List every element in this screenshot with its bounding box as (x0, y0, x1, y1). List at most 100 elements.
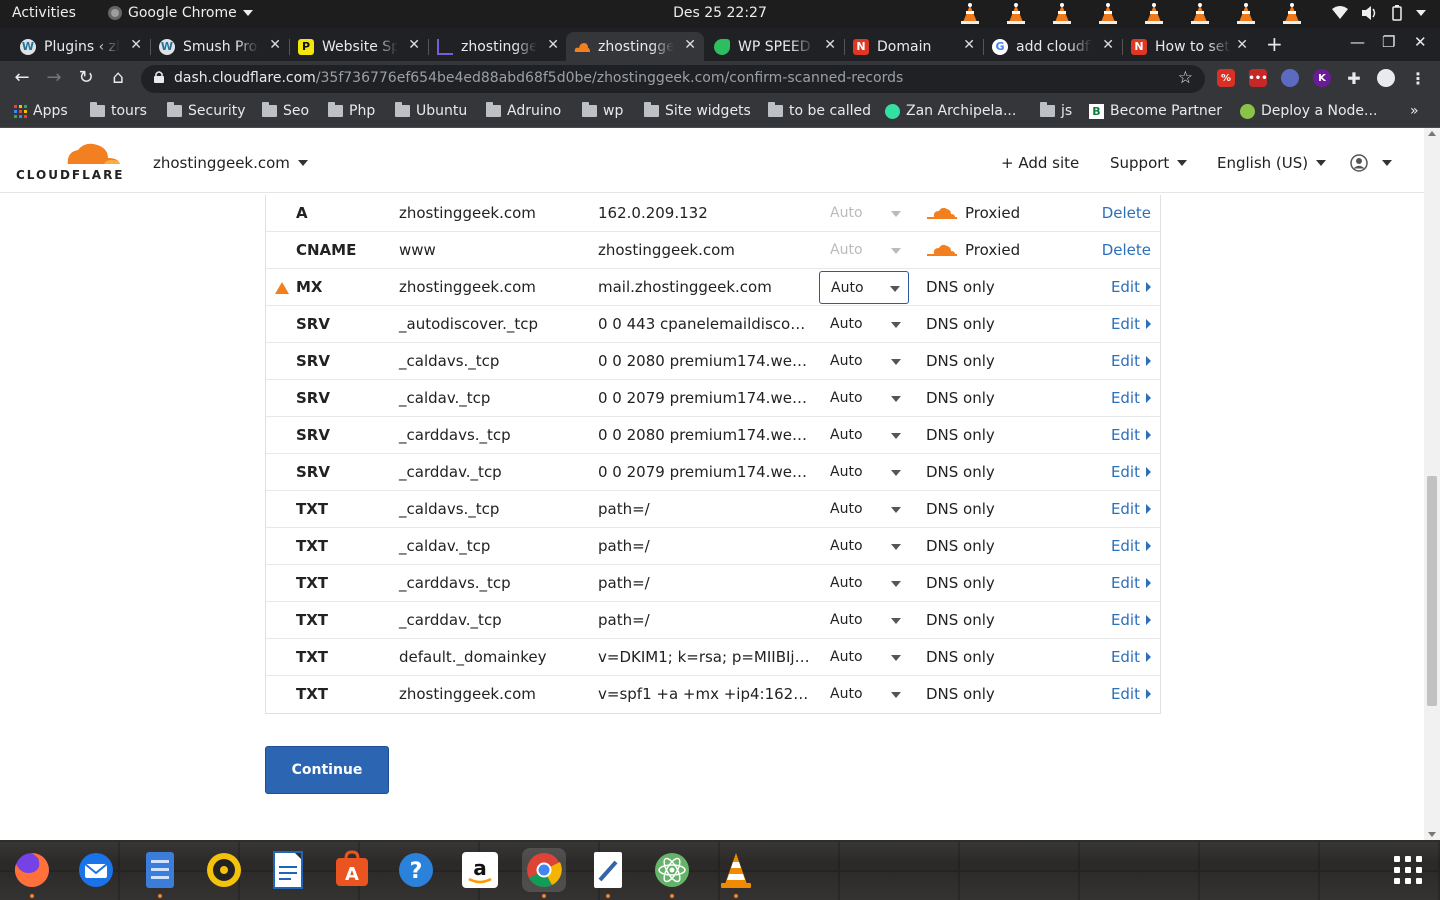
close-icon[interactable]: ✕ (1102, 37, 1114, 53)
tab-zhostinggeek-analytics[interactable]: zhostinggeek ✕ (429, 32, 567, 61)
edit-record-button[interactable]: Edit (1111, 463, 1151, 481)
firefox-icon[interactable] (10, 848, 54, 898)
ttl-select[interactable]: Auto (819, 382, 909, 415)
thunderbird-icon[interactable] (74, 848, 118, 892)
app-menu[interactable]: Google Chrome (108, 5, 253, 21)
bookmark-folder-adruino[interactable]: Adruino (486, 102, 561, 119)
tab-zhostinggeek-cloudflare[interactable]: zhostinggeek ✕ (566, 32, 704, 61)
close-icon[interactable]: ✕ (269, 37, 281, 53)
close-icon[interactable]: ✕ (547, 37, 559, 53)
show-applications-grid-icon[interactable] (1394, 856, 1422, 884)
proxy-status[interactable]: DNS only (926, 648, 995, 666)
ttl-select[interactable]: Auto (819, 493, 909, 526)
tab-wp-speed[interactable]: WP SPEED ✕ (706, 32, 845, 61)
bookmark-folder-to-be-called[interactable]: to be called (768, 102, 871, 119)
tab-smush[interactable]: W Smush Pro ✕ (151, 32, 290, 61)
delete-record-button[interactable]: Delete (1102, 241, 1151, 259)
proxy-status[interactable]: DNS only (926, 500, 995, 518)
scroll-up-arrow-icon[interactable] (1428, 131, 1436, 136)
edit-record-button[interactable]: Edit (1111, 537, 1151, 555)
amazon-icon[interactable]: a (458, 848, 502, 892)
proxy-status[interactable]: DNS only (926, 315, 995, 333)
extension-icon[interactable] (1281, 69, 1299, 87)
close-icon[interactable]: ✕ (130, 37, 142, 53)
santa-cone-icon[interactable] (1096, 2, 1120, 26)
user-menu[interactable] (1350, 154, 1392, 172)
clock[interactable]: Des 25 22:27 (673, 5, 767, 21)
bookmark-folder-security[interactable]: Security (167, 102, 246, 119)
system-tray[interactable] (1332, 5, 1426, 21)
zone-selector[interactable]: zhostinggeek.com (153, 154, 308, 172)
text-editor-icon[interactable] (586, 848, 630, 898)
edit-record-button[interactable]: Edit (1111, 278, 1151, 296)
santa-cone-icon[interactable] (1050, 2, 1074, 26)
reload-icon[interactable]: ↻ (74, 67, 98, 88)
new-tab-icon[interactable]: + (1266, 32, 1283, 56)
close-icon[interactable]: ✕ (408, 37, 420, 53)
ttl-select[interactable]: Auto (819, 678, 909, 711)
bookmark-folder-wp[interactable]: wp (582, 102, 623, 119)
tab-domain[interactable]: N Domain ✕ (845, 32, 984, 61)
proxy-status[interactable]: DNS only (926, 426, 995, 444)
bookmark-folder-site-widgets[interactable]: Site widgets (644, 102, 751, 119)
scroll-down-arrow-icon[interactable] (1428, 832, 1436, 837)
page-scrollbar[interactable] (1424, 128, 1440, 840)
maximize-icon[interactable]: ❐ (1382, 33, 1395, 51)
bookmarks-overflow-chevron-icon[interactable]: » (1410, 103, 1419, 119)
cloudflare-logo[interactable]: CLOUDFLARE (16, 142, 123, 182)
bookmark-folder-tours[interactable]: tours (90, 102, 147, 119)
close-window-icon[interactable]: ✕ (1414, 33, 1427, 51)
santa-cone-icon[interactable] (1188, 2, 1212, 26)
extension-icon[interactable]: % (1217, 69, 1235, 87)
continue-button[interactable]: Continue (265, 746, 389, 794)
proxy-status[interactable]: DNS only (926, 574, 995, 592)
ttl-select[interactable]: Auto (819, 345, 909, 378)
extensions-puzzle-icon[interactable]: ✚ (1345, 69, 1363, 88)
proxy-status[interactable]: DNS only (926, 611, 995, 629)
libreoffice-writer-icon[interactable] (266, 848, 310, 892)
ttl-select[interactable]: Auto (819, 567, 909, 600)
activities-button[interactable]: Activities (12, 5, 76, 21)
proxy-status[interactable]: DNS only (926, 278, 995, 296)
ttl-select[interactable]: Auto (819, 641, 909, 674)
minimize-icon[interactable]: — (1350, 33, 1365, 51)
close-icon[interactable]: ✕ (684, 37, 696, 53)
forward-arrow-icon[interactable]: → (42, 67, 66, 88)
close-icon[interactable]: ✕ (963, 37, 975, 53)
delete-record-button[interactable]: Delete (1102, 204, 1151, 222)
edit-record-button[interactable]: Edit (1111, 352, 1151, 370)
close-icon[interactable]: ✕ (824, 37, 836, 53)
ttl-select[interactable]: Auto (819, 308, 909, 341)
santa-cone-icon[interactable] (1234, 2, 1258, 26)
edit-record-button[interactable]: Edit (1111, 426, 1151, 444)
ttl-select[interactable]: Auto (819, 456, 909, 489)
tab-plugins[interactable]: W Plugins ‹ zhostinggeek ✕ (12, 32, 151, 61)
back-arrow-icon[interactable]: ← (10, 67, 34, 88)
home-icon[interactable]: ⌂ (106, 67, 130, 88)
vlc-icon[interactable] (714, 848, 758, 898)
proxy-status[interactable]: DNS only (926, 685, 995, 703)
edit-record-button[interactable]: Edit (1111, 685, 1151, 703)
edit-record-button[interactable]: Edit (1111, 648, 1151, 666)
software-center-icon[interactable]: A (330, 848, 374, 892)
santa-cone-icon[interactable] (958, 2, 982, 26)
bookmark-folder-seo[interactable]: Seo (262, 102, 309, 119)
tab-website-speed[interactable]: P Website Speed ✕ (290, 32, 429, 61)
ttl-select[interactable]: Auto (819, 604, 909, 637)
address-bar[interactable]: dash.cloudflare.com/35f736776ef654be4ed8… (141, 65, 1205, 93)
santa-cone-icon[interactable] (1142, 2, 1166, 26)
extension-icon[interactable]: K (1313, 69, 1331, 87)
bookmark-star-icon[interactable]: ☆ (1178, 68, 1193, 88)
bookmark-folder-php[interactable]: Php (328, 102, 375, 119)
support-menu[interactable]: Support (1110, 154, 1188, 172)
proxy-status[interactable]: DNS only (926, 463, 995, 481)
santa-cone-icon[interactable] (1280, 2, 1304, 26)
bookmark-zan-archipelago[interactable]: Zan Archipela... (885, 103, 1016, 119)
chrome-icon[interactable] (522, 848, 566, 898)
proxy-status[interactable]: DNS only (926, 537, 995, 555)
kebab-menu-icon[interactable]: ⋮ (1409, 69, 1427, 88)
bookmark-apps[interactable]: Apps (14, 103, 68, 119)
santa-cone-icon[interactable] (1004, 2, 1028, 26)
bookmark-deploy-node[interactable]: Deploy a Node... (1240, 103, 1377, 119)
edit-record-button[interactable]: Edit (1111, 315, 1151, 333)
